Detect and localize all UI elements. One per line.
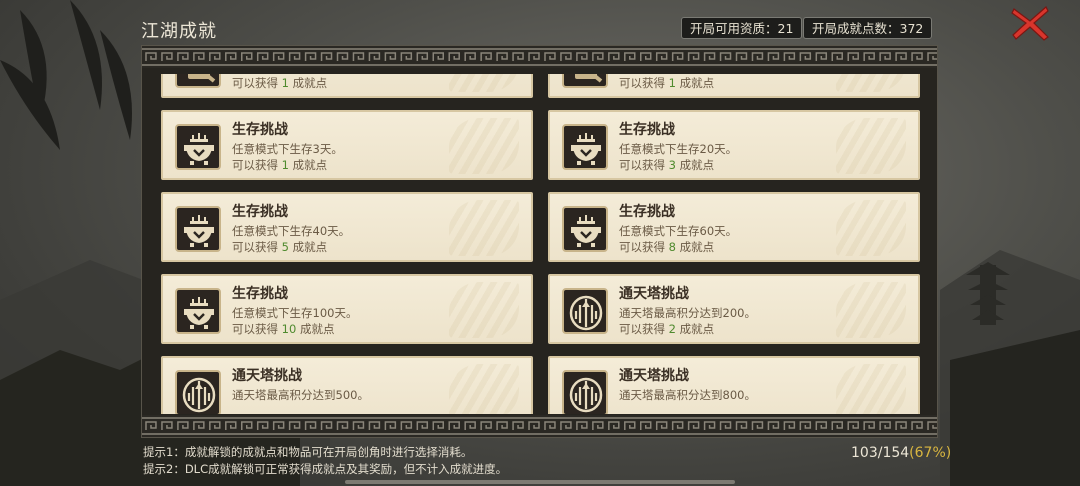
reward-points: 1 [281, 76, 289, 90]
reward-prefix: 可以获得 [232, 76, 282, 90]
achievement-title: 生存挑战 [619, 204, 675, 220]
achievement-card[interactable]: 通天塔挑战通天塔最高积分达到800。 [548, 356, 920, 414]
close-icon [1011, 6, 1049, 41]
cauldron-icon [184, 215, 214, 247]
achievement-description: 任意模式下生存60天。 [619, 224, 738, 238]
achievement-title: 生存挑战 [619, 122, 675, 138]
achievement-reward: 可以获得 10 成就点 [232, 321, 334, 337]
achievement-progress: 103/154(67%) [851, 445, 951, 461]
hint-2: 提示2：DLC成就解锁可正常获得成就点及其奖励，但不计入成就进度。 [143, 462, 508, 476]
reward-suffix: 成就点 [288, 158, 328, 172]
achievement-description: 通天塔最高积分达到800。 [619, 388, 756, 402]
achievement-icon-frame [562, 288, 608, 334]
achievement-reward: 可以获得 8 成就点 [619, 239, 714, 255]
progress-percent: (67%) [909, 445, 952, 461]
achievement-list[interactable]: 完成道玄宗相关事件。可以获得 1 成就点完成儒圣馆相关事件。可以获得 1 成就点… [152, 74, 927, 414]
cauldron-icon [571, 133, 601, 165]
hint-1: 提示1：成就解锁的成就点和物品可在开局创角时进行选择消耗。 [143, 445, 473, 459]
achievement-icon-frame [562, 370, 608, 414]
achievement-points-value: 372 [899, 21, 924, 36]
achievement-description: 任意模式下生存40天。 [232, 224, 351, 238]
page-title: 江湖成就 [141, 21, 217, 42]
reward-suffix: 成就点 [675, 240, 715, 254]
tower-emblem-icon [569, 377, 603, 413]
reward-suffix: 成就点 [675, 76, 715, 90]
achievement-description: 任意模式下生存100天。 [232, 306, 358, 320]
achievement-panel: 完成道玄宗相关事件。可以获得 1 成就点完成儒圣馆相关事件。可以获得 1 成就点… [141, 45, 938, 438]
reward-suffix: 成就点 [675, 158, 715, 172]
achievement-reward: 可以获得 1 成就点 [619, 75, 714, 91]
achievement-card[interactable]: 生存挑战任意模式下生存40天。 可以获得 5 成就点 [161, 192, 533, 262]
reward-points: 8 [668, 240, 676, 254]
scroll-icon [575, 74, 603, 83]
achievement-card[interactable]: 生存挑战任意模式下生存3天。 可以获得 1 成就点 [161, 110, 533, 180]
reward-points: 3 [668, 158, 676, 172]
achievement-card[interactable]: 完成道玄宗相关事件。可以获得 1 成就点 [161, 74, 533, 98]
achievement-icon-frame [562, 124, 608, 170]
achievement-card[interactable]: 通天塔挑战通天塔最高积分达到200。 可以获得 2 成就点 [548, 274, 920, 344]
reward-prefix: 可以获得 [619, 76, 669, 90]
reward-suffix: 成就点 [675, 322, 715, 336]
start-resource-label: 开局可用资质： [690, 21, 778, 36]
achievement-reward: 可以获得 1 成就点 [232, 157, 327, 173]
achievement-icon-frame [562, 74, 608, 88]
achievement-description: 通天塔最高积分达到200。 [619, 306, 756, 320]
reward-prefix: 可以获得 [619, 322, 669, 336]
tower-emblem-icon [569, 295, 603, 331]
achievement-title: 生存挑战 [232, 122, 288, 138]
achievement-icon-frame [175, 288, 221, 334]
reward-points: 2 [668, 322, 676, 336]
achievement-points-stat: 开局成就点数：372 [803, 17, 933, 39]
achievement-icon-frame [562, 206, 608, 252]
tower-emblem-icon [182, 377, 216, 413]
reward-points: 10 [281, 322, 297, 336]
achievement-reward: 可以获得 2 成就点 [619, 321, 714, 337]
cauldron-icon [184, 297, 214, 329]
reward-prefix: 可以获得 [232, 240, 282, 254]
progress-count: 103/154 [851, 445, 910, 461]
cauldron-icon [571, 215, 601, 247]
achievement-reward: 可以获得 3 成就点 [619, 157, 714, 173]
reward-suffix: 成就点 [288, 240, 328, 254]
achievement-title: 生存挑战 [232, 204, 288, 220]
achievement-card[interactable]: 通天塔挑战通天塔最高积分达到500。 [161, 356, 533, 414]
cauldron-icon [184, 133, 214, 165]
reward-suffix: 成就点 [288, 76, 328, 90]
achievement-points-label: 开局成就点数： [812, 21, 900, 36]
fret-border-top [142, 46, 937, 68]
achievement-card[interactable]: 生存挑战任意模式下生存20天。 可以获得 3 成就点 [548, 110, 920, 180]
close-button[interactable] [1008, 3, 1052, 43]
achievement-icon-frame [175, 74, 221, 88]
achievement-title: 通天塔挑战 [232, 368, 302, 384]
start-resource-stat: 开局可用资质：21 [681, 17, 803, 39]
reward-prefix: 可以获得 [619, 240, 669, 254]
fret-border-bottom [142, 415, 937, 437]
start-resource-value: 21 [777, 21, 794, 36]
reward-prefix: 可以获得 [232, 322, 282, 336]
achievement-card[interactable]: 生存挑战任意模式下生存60天。 可以获得 8 成就点 [548, 192, 920, 262]
reward-prefix: 可以获得 [232, 158, 282, 172]
achievement-icon-frame [175, 370, 221, 414]
reward-prefix: 可以获得 [619, 158, 669, 172]
reward-points: 5 [281, 240, 289, 254]
reward-points: 1 [281, 158, 289, 172]
scroll-icon [188, 74, 216, 83]
achievement-icon-frame [175, 124, 221, 170]
achievement-description: 通天塔最高积分达到500。 [232, 388, 369, 402]
achievement-description: 任意模式下生存3天。 [232, 142, 343, 156]
achievement-title: 通天塔挑战 [619, 368, 689, 384]
achievement-card[interactable]: 生存挑战任意模式下生存100天。 可以获得 10 成就点 [161, 274, 533, 344]
achievement-reward: 可以获得 1 成就点 [232, 75, 327, 91]
reward-suffix: 成就点 [296, 322, 335, 336]
achievement-description: 任意模式下生存20天。 [619, 142, 738, 156]
achievement-title: 生存挑战 [232, 286, 288, 302]
achievement-icon-frame [175, 206, 221, 252]
reward-points: 1 [668, 76, 676, 90]
achievement-reward: 可以获得 5 成就点 [232, 239, 327, 255]
achievement-card[interactable]: 完成儒圣馆相关事件。可以获得 1 成就点 [548, 74, 920, 98]
achievement-title: 通天塔挑战 [619, 286, 689, 302]
scrollbar[interactable] [345, 480, 735, 484]
